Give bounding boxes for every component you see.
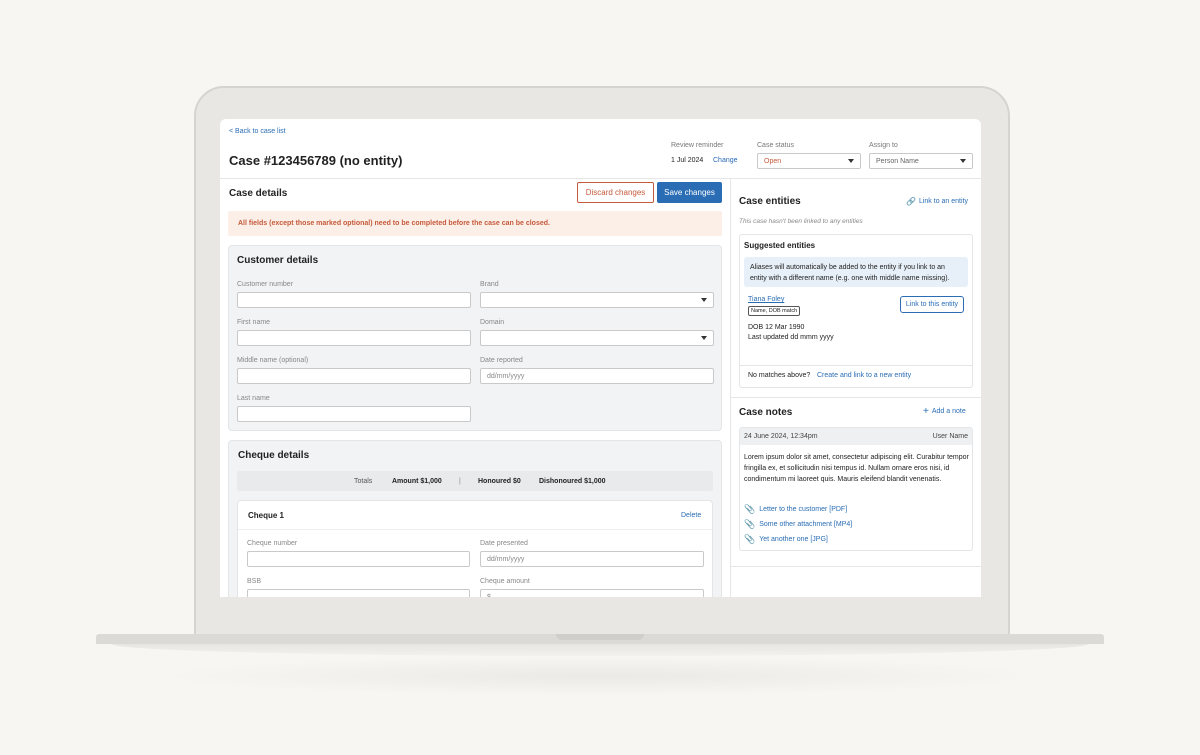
divider [238, 529, 712, 530]
cheque-amount-label: Cheque amount [480, 578, 530, 585]
divider [740, 365, 972, 366]
aliases-info-box: Aliases will automatically be added to t… [744, 257, 968, 287]
validation-alert: All fields (except those marked optional… [228, 211, 722, 236]
link-icon: 🔗 [906, 197, 916, 206]
side-pane: Case entities 🔗 Link to an entity This c… [730, 179, 981, 597]
review-reminder-label: Review reminder [671, 142, 724, 149]
suggested-entities-box: Suggested entities Aliases will automati… [739, 234, 973, 388]
totals-amount: Amount $1,000 [392, 478, 442, 485]
cheque-totals-bar: Totals Amount $1,000 | Honoured $0 Disho… [237, 471, 713, 491]
last-name-input[interactable] [237, 406, 471, 422]
link-to-entity-link[interactable]: 🔗 Link to an entity [906, 197, 968, 206]
chevron-down-icon [848, 159, 854, 163]
case-notes-title: Case notes [739, 407, 793, 418]
entity-last-updated: Last updated dd mmm yyyy [748, 334, 834, 341]
middle-name-input[interactable] [237, 368, 471, 384]
totals-honoured: Honoured $0 [478, 478, 521, 485]
case-entities-title: Case entities [739, 196, 801, 207]
domain-select[interactable] [480, 330, 714, 346]
note-author: User Name [932, 433, 968, 440]
case-details-pane: Case details Discard changes Save change… [220, 179, 730, 597]
save-changes-button[interactable]: Save changes [657, 182, 722, 203]
chevron-down-icon [701, 336, 707, 340]
divider [731, 566, 981, 567]
first-name-label: First name [237, 319, 271, 326]
back-to-case-list-link[interactable]: < Back to case list [229, 128, 286, 135]
totals-label: Totals [354, 478, 373, 485]
attachment-label: Some other attachment [MP4] [759, 521, 853, 528]
suggested-entities-title: Suggested entities [744, 241, 816, 250]
brand-select[interactable] [480, 292, 714, 308]
note-body: Lorem ipsum dolor sit amet, consectetur … [744, 454, 969, 483]
customer-number-label: Customer number [237, 281, 294, 288]
assign-to-value: Person Name [876, 158, 919, 165]
first-name-input[interactable] [237, 330, 471, 346]
note-header: 24 June 2024, 12:34pm User Name [740, 428, 972, 445]
attachment-label: Letter to the customer [PDF] [759, 506, 848, 513]
entity-dob: DOB 12 Mar 1990 [748, 324, 805, 331]
customer-number-input[interactable] [237, 292, 471, 308]
add-note-link[interactable]: + Add a note [923, 406, 966, 417]
case-status-label: Case status [757, 142, 794, 149]
cheque-number-label: Cheque number [247, 540, 298, 547]
assign-to-select[interactable]: Person Name [869, 153, 973, 169]
date-presented-input[interactable]: dd/mm/yyyy [480, 551, 704, 567]
laptop-shadow [150, 656, 1050, 696]
divider [731, 397, 981, 398]
customer-details-title: Customer details [237, 255, 319, 266]
paperclip-icon: 📎 [744, 519, 756, 529]
cheque-number-input[interactable] [247, 551, 470, 567]
chevron-down-icon [960, 159, 966, 163]
last-name-label: Last name [237, 395, 270, 402]
bsb-input[interactable] [247, 589, 470, 597]
totals-dishonoured: Dishonoured $1,000 [539, 478, 606, 485]
middle-name-label: Middle name (optional) [237, 357, 309, 364]
chevron-down-icon [701, 298, 707, 302]
date-reported-label: Date reported [480, 357, 523, 364]
bsb-label: BSB [247, 578, 262, 585]
paperclip-icon: 📎 [744, 504, 756, 514]
customer-details-card: Customer details Customer number Brand F… [228, 245, 722, 431]
attachment-link[interactable]: 📎 Some other attachment [MP4] [744, 519, 852, 530]
totals-separator: | [459, 478, 461, 485]
date-presented-label: Date presented [480, 540, 528, 547]
no-entities-text: This case hasn't been linked to any enti… [739, 218, 863, 225]
create-entity-link[interactable]: Create and link to a new entity [817, 372, 911, 379]
cheque-amount-input[interactable]: $ [480, 589, 704, 597]
review-change-link[interactable]: Change [713, 157, 738, 164]
case-details-title: Case details [229, 188, 288, 199]
page-title: Case #123456789 (no entity) [229, 153, 403, 168]
link-to-this-entity-button[interactable]: Link to this entity [900, 296, 964, 313]
review-reminder-date: 1 Jul 2024 [671, 157, 704, 164]
cheque-details-title: Cheque details [238, 450, 310, 461]
case-note-card: 24 June 2024, 12:34pm User Name Lorem ip… [739, 427, 973, 551]
case-header: < Back to case list Case #123456789 (no … [220, 119, 981, 179]
no-matches-text: No matches above? [748, 372, 811, 379]
brand-label: Brand [480, 281, 499, 288]
cheque-item-card: Cheque 1 Delete Cheque number Date prese… [237, 500, 713, 597]
domain-label: Domain [480, 319, 505, 326]
assign-to-label: Assign to [869, 142, 898, 149]
attachment-link[interactable]: 📎 Yet another one [JPG] [744, 534, 828, 545]
app-screen: < Back to case list Case #123456789 (no … [220, 119, 981, 597]
plus-icon: + [923, 406, 929, 417]
entity-name-link[interactable]: Tiana Foley [748, 296, 784, 303]
attachment-label: Yet another one [JPG] [759, 536, 828, 543]
laptop-bottom [112, 644, 1088, 656]
match-tag: Name, DOB match [748, 306, 801, 316]
discard-changes-button[interactable]: Discard changes [577, 182, 654, 203]
date-reported-input[interactable]: dd/mm/yyyy [480, 368, 714, 384]
laptop-notch [556, 634, 644, 640]
case-status-select[interactable]: Open [757, 153, 861, 169]
link-to-entity-label: Link to an entity [918, 198, 968, 205]
paperclip-icon: 📎 [744, 534, 756, 544]
note-timestamp: 24 June 2024, 12:34pm [744, 433, 818, 440]
attachment-link[interactable]: 📎 Letter to the customer [PDF] [744, 504, 847, 515]
delete-cheque-link[interactable]: Delete [681, 512, 701, 519]
cheque-item-title: Cheque 1 [248, 511, 285, 520]
cheque-details-card: Cheque details Totals Amount $1,000 | Ho… [228, 440, 722, 597]
case-status-value: Open [764, 158, 782, 165]
add-note-label: Add a note [931, 408, 966, 415]
